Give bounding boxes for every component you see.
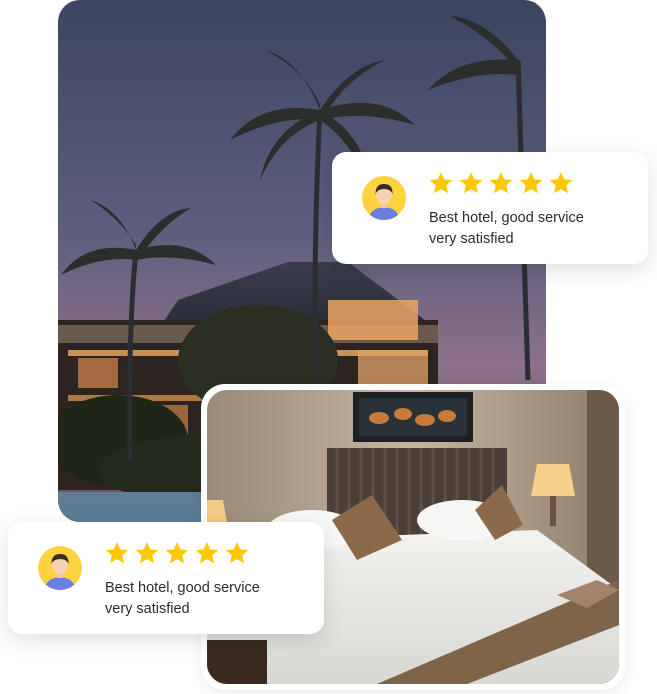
star-icon [134, 540, 160, 566]
star-icon [194, 540, 220, 566]
review-text-line: Best hotel, good service [105, 580, 260, 596]
star-icon [458, 170, 484, 196]
review-card: Best hotel, good service very satisfied [332, 152, 648, 264]
star-icon [518, 170, 544, 196]
review-text-line: very satisfied [429, 231, 514, 247]
star-icon [104, 540, 130, 566]
review-text: Best hotel, good service very satisfied [429, 208, 639, 250]
review-text-line: Best hotel, good service [429, 210, 584, 226]
rating-stars [104, 540, 250, 566]
star-icon [428, 170, 454, 196]
star-icon [488, 170, 514, 196]
review-text-line: very satisfied [105, 601, 190, 617]
rating-stars [428, 170, 574, 196]
star-icon [224, 540, 250, 566]
review-text: Best hotel, good service very satisfied [105, 578, 315, 620]
user-avatar-icon [362, 176, 406, 220]
user-avatar-icon [38, 546, 82, 590]
review-card: Best hotel, good service very satisfied [8, 522, 324, 634]
star-icon [548, 170, 574, 196]
star-icon [164, 540, 190, 566]
